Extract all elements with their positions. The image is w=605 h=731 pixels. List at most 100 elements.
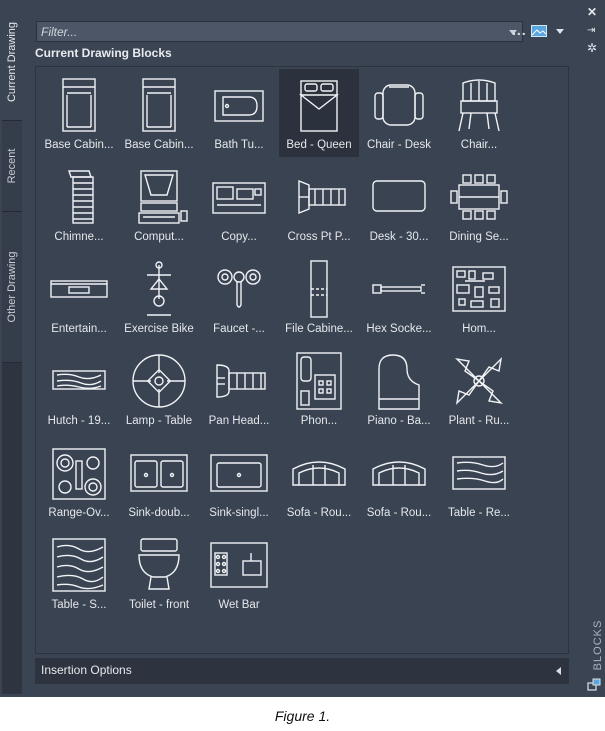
block-label: Pan Head... bbox=[208, 415, 270, 427]
block-item[interactable]: Chair... bbox=[439, 69, 519, 157]
double-sink-icon bbox=[130, 454, 188, 492]
autohide-icon[interactable]: ⇥ bbox=[587, 25, 595, 37]
block-label: Chair... bbox=[460, 139, 498, 151]
block-label: Dining Se... bbox=[449, 231, 509, 243]
tab-label: Recent bbox=[6, 148, 18, 184]
block-item[interactable]: Plant - Ru... bbox=[439, 345, 519, 433]
base-cabinet-icon bbox=[62, 78, 96, 132]
block-item[interactable]: Wet Bar bbox=[199, 529, 279, 617]
toilet-icon bbox=[138, 538, 180, 590]
block-label: Toilet - front bbox=[128, 599, 190, 611]
block-label: Sofa - Rou... bbox=[366, 507, 432, 519]
block-label: Piano - Ba... bbox=[367, 415, 431, 427]
block-label: Sofa - Rou... bbox=[286, 507, 352, 519]
block-item[interactable]: Range-Ov... bbox=[39, 437, 119, 525]
screw-icon bbox=[298, 179, 346, 215]
chimney-icon bbox=[68, 170, 94, 224]
block-item[interactable]: Toilet - front bbox=[119, 529, 199, 617]
close-icon[interactable]: ✕ bbox=[587, 6, 597, 18]
block-item[interactable]: Exercise Bike bbox=[119, 253, 199, 341]
block-label: Hex Socke... bbox=[366, 323, 432, 335]
entertainment-center-icon bbox=[50, 280, 108, 298]
wet-bar-icon bbox=[210, 542, 268, 588]
filter-combobox[interactable] bbox=[36, 21, 523, 42]
block-item[interactable]: File Cabine... bbox=[279, 253, 359, 341]
block-label: Hom... bbox=[462, 323, 496, 335]
more-options-button[interactable]: ... bbox=[512, 22, 527, 38]
faucet-icon bbox=[217, 269, 261, 308]
section-title: Current Drawing Blocks bbox=[35, 46, 172, 60]
block-item[interactable]: Lamp - Table bbox=[119, 345, 199, 433]
chair-icon bbox=[458, 79, 500, 132]
exercise-bike-icon bbox=[147, 261, 171, 316]
block-label: Phon... bbox=[300, 415, 338, 427]
block-item[interactable]: Pan Head... bbox=[199, 345, 279, 433]
blocks-palette-icon bbox=[587, 678, 601, 691]
block-item[interactable]: Sink-singl... bbox=[199, 437, 279, 525]
block-item[interactable]: Bath Tu... bbox=[199, 69, 279, 157]
blocks-palette: Current Drawing Recent Other Drawing ...… bbox=[0, 0, 605, 697]
table-icon bbox=[452, 456, 506, 490]
hutch-icon bbox=[52, 370, 106, 390]
block-item[interactable]: Faucet -... bbox=[199, 253, 279, 341]
block-label: Comput... bbox=[134, 231, 184, 243]
block-label: Table - Re... bbox=[448, 507, 510, 519]
thumbnail-view-icon[interactable] bbox=[531, 25, 547, 37]
block-item[interactable]: Dining Se... bbox=[439, 161, 519, 249]
tab-current-drawing[interactable]: Current Drawing bbox=[2, 4, 22, 121]
block-label: Table - S... bbox=[51, 599, 107, 611]
block-item[interactable]: Sofa - Rou... bbox=[279, 437, 359, 525]
dining-set-icon bbox=[450, 174, 508, 220]
computer-icon bbox=[138, 170, 188, 224]
block-item[interactable]: Hutch - 19... bbox=[39, 345, 119, 433]
block-item[interactable]: Table - Re... bbox=[439, 437, 519, 525]
block-label: Sink-singl... bbox=[209, 507, 269, 519]
block-label: Chair - Desk bbox=[367, 139, 431, 151]
block-item[interactable]: Entertain... bbox=[39, 253, 119, 341]
block-item[interactable]: Chimne... bbox=[39, 161, 119, 249]
range-oven-icon bbox=[52, 448, 106, 500]
block-label: Cross Pt P... bbox=[287, 231, 351, 243]
block-item[interactable]: Table - S... bbox=[39, 529, 119, 617]
filter-input[interactable] bbox=[37, 22, 501, 41]
table-wood-icon bbox=[52, 538, 106, 592]
palette-title: BLOCKS bbox=[592, 619, 604, 671]
block-item[interactable]: Copy... bbox=[199, 161, 279, 249]
palette-titlebar: ✕ ⇥ ✲ bbox=[583, 0, 605, 697]
block-item[interactable]: Comput... bbox=[119, 161, 199, 249]
pan-head-screw-icon bbox=[216, 364, 266, 398]
properties-icon[interactable]: ✲ bbox=[587, 42, 597, 54]
block-label: Chimne... bbox=[54, 231, 104, 243]
block-label: Base Cabin... bbox=[44, 139, 114, 151]
block-item[interactable]: Sink-doub... bbox=[119, 437, 199, 525]
tab-recent[interactable]: Recent bbox=[2, 121, 22, 212]
block-item[interactable]: Desk - 30... bbox=[359, 161, 439, 249]
bathtub-icon bbox=[214, 90, 264, 122]
block-item[interactable]: Hom... bbox=[439, 253, 519, 341]
plant-icon bbox=[454, 356, 504, 406]
block-label: Desk - 30... bbox=[369, 231, 429, 243]
block-item[interactable]: Sofa - Rou... bbox=[359, 437, 439, 525]
block-item[interactable]: Chair - Desk bbox=[359, 69, 439, 157]
block-item[interactable]: Cross Pt P... bbox=[279, 161, 359, 249]
block-item[interactable]: Hex Socke... bbox=[359, 253, 439, 341]
block-item[interactable]: Phon... bbox=[279, 345, 359, 433]
base-cabinet-icon bbox=[142, 78, 176, 132]
blocks-panel: ... Current Drawing Blocks Base Cabin...… bbox=[23, 4, 581, 694]
block-item[interactable]: Base Cabin... bbox=[119, 69, 199, 157]
block-item[interactable]: Base Cabin... bbox=[39, 69, 119, 157]
block-label: Lamp - Table bbox=[125, 415, 193, 427]
insertion-options-bar[interactable]: Insertion Options bbox=[35, 658, 569, 684]
tab-other-drawing[interactable]: Other Drawing bbox=[2, 212, 22, 363]
bed-icon bbox=[298, 80, 340, 132]
view-dropdown-icon[interactable] bbox=[556, 29, 564, 34]
collapse-arrow-icon[interactable] bbox=[556, 667, 561, 675]
block-label: Faucet -... bbox=[213, 323, 265, 335]
block-item[interactable]: Bed - Queen bbox=[279, 69, 359, 157]
desk-chair-icon bbox=[374, 84, 424, 126]
block-label: Bath Tu... bbox=[214, 139, 264, 151]
copier-icon bbox=[212, 182, 266, 214]
block-label: File Cabine... bbox=[285, 323, 353, 335]
single-sink-icon bbox=[210, 454, 268, 492]
block-item[interactable]: Piano - Ba... bbox=[359, 345, 439, 433]
